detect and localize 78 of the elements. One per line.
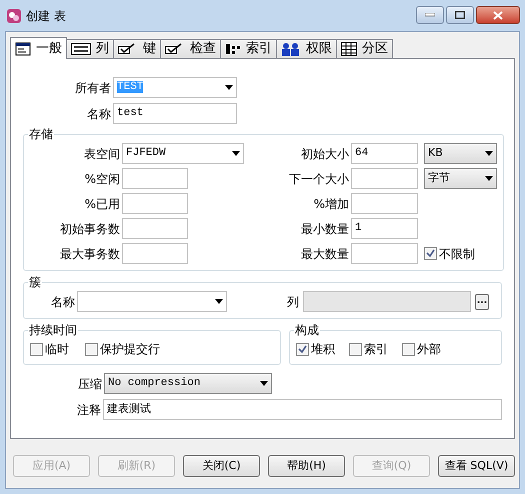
checkbox[interactable]	[30, 342, 43, 356]
index-icon	[225, 42, 241, 56]
tab[interactable]: 检查	[160, 39, 221, 58]
field-label: 所有者	[74, 80, 111, 96]
dropdown-caret-icon	[260, 381, 268, 386]
input-field[interactable]	[122, 218, 188, 239]
checkbox[interactable]	[402, 342, 415, 356]
column-icon	[71, 43, 91, 55]
checkbox-option[interactable]: 堆积	[296, 340, 335, 358]
dropdown-caret-icon	[232, 151, 240, 156]
tab[interactable]: 权限	[276, 39, 337, 58]
field-label: 压缩	[77, 376, 102, 392]
tab[interactable]: 键	[113, 39, 161, 58]
dropdown[interactable]	[77, 291, 227, 312]
dialog-button[interactable]: 查看 SQL(V)	[438, 455, 515, 477]
checkbox-option[interactable]: 保护提交行	[85, 340, 160, 358]
input-field[interactable]	[351, 193, 418, 214]
minimize-icon	[425, 13, 435, 17]
field-label: 注释	[76, 402, 101, 418]
input-field[interactable]	[122, 193, 188, 214]
checkbox[interactable]	[349, 342, 362, 356]
field-label: 名称	[86, 106, 111, 122]
dropdown-caret-icon	[225, 85, 233, 90]
checkbox-option[interactable]: 不限制	[424, 244, 475, 262]
group-title: 构成	[294, 322, 320, 339]
close-button[interactable]	[476, 6, 520, 24]
input-field[interactable]: 64	[351, 143, 418, 164]
checkbox-option[interactable]: 索引	[349, 340, 388, 358]
browse-button[interactable]: ...	[475, 294, 489, 310]
dropdown[interactable]: No compression	[104, 373, 272, 394]
field-label: 表空间	[83, 146, 120, 162]
input-field[interactable]	[303, 291, 471, 312]
dropdown[interactable]: 字节	[424, 168, 497, 189]
checkbox[interactable]	[424, 247, 437, 260]
dropdown[interactable]: KB	[424, 143, 497, 164]
grid-icon	[341, 42, 357, 56]
field-label: %空闲	[84, 170, 120, 188]
field-label: %已用	[84, 196, 120, 212]
group-title: 持续时间	[28, 322, 78, 339]
field-label: 列	[287, 294, 299, 310]
dialog-button[interactable]: 关闭(C)	[183, 455, 260, 477]
input-field[interactable]	[122, 243, 188, 264]
input-field[interactable]: test	[113, 103, 237, 124]
input-field[interactable]: 1	[351, 218, 418, 239]
dropdown[interactable]: FJFEDW	[122, 143, 244, 164]
group-title: 存储	[28, 126, 54, 143]
tab[interactable]: 索引	[220, 39, 277, 58]
close-icon	[493, 10, 503, 20]
checkbox-option[interactable]: 临时	[30, 340, 69, 358]
input-field[interactable]	[351, 168, 418, 189]
form-icon	[15, 42, 31, 56]
window-title: 创建 表	[26, 8, 66, 24]
field-label: 名称	[50, 294, 75, 310]
field-label: 下一个大小	[288, 170, 349, 188]
tab[interactable]: 分区	[336, 39, 393, 58]
checkbox[interactable]	[85, 342, 98, 356]
users-icon	[281, 42, 301, 56]
checkbox-option[interactable]: 外部	[402, 340, 441, 358]
field-label: %增加	[312, 196, 349, 212]
maximize-button[interactable]	[446, 6, 474, 24]
dropdown-caret-icon	[215, 299, 223, 304]
dialog-button[interactable]: 帮助(H)	[268, 455, 345, 477]
dropdown-caret-icon	[485, 151, 493, 156]
checkbox[interactable]	[296, 342, 309, 356]
field-label: 初始大小	[300, 146, 349, 162]
input-field[interactable]	[122, 168, 188, 189]
dropdown-caret-icon	[485, 176, 493, 181]
group-title: 簇	[28, 274, 42, 291]
field-label: 最大数量	[300, 246, 349, 262]
app-icon	[6, 8, 22, 24]
maximize-icon	[455, 11, 465, 19]
tab[interactable]: 一般	[10, 37, 67, 59]
field-label: 最小数量	[300, 220, 349, 238]
input-field[interactable]: 建表测试	[102, 399, 502, 420]
input-field[interactable]	[351, 243, 418, 264]
field-label: 初始事务数	[59, 220, 120, 238]
field-label: 最大事务数	[59, 246, 120, 262]
tab[interactable]: 列	[66, 39, 114, 58]
